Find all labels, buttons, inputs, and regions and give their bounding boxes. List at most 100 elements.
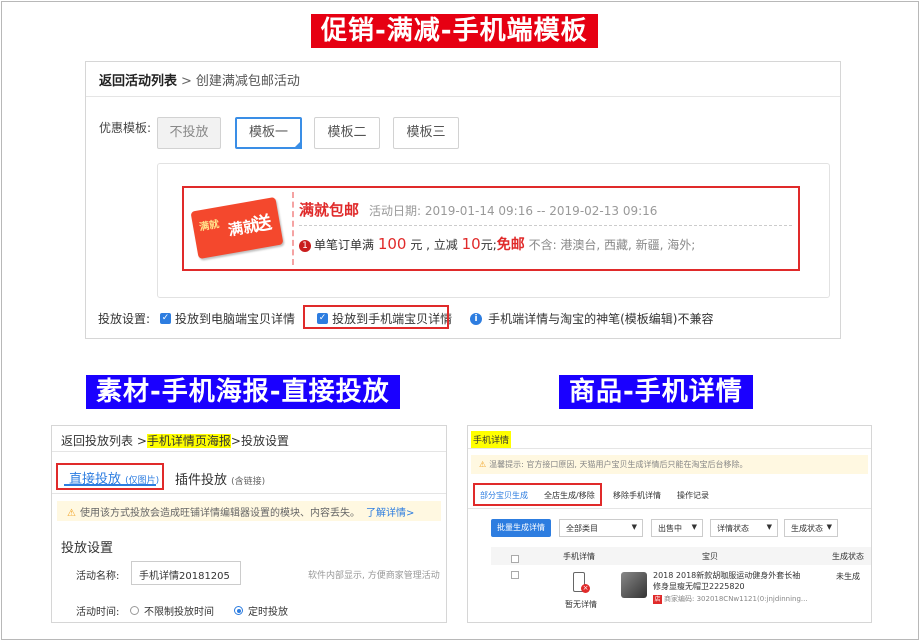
detail-status-select-value: 详情状态 <box>717 524 749 533</box>
tag-small-text: 满就 <box>198 219 221 234</box>
activity-name-label: 活动名称: <box>76 571 120 582</box>
mobile-poster-panel: 返回投放列表 >手机详情页海报>投放设置 直接投放 (仅图片) 插件投放 (含链… <box>51 425 447 623</box>
banner-promo-mobile-template: 促销-满减-手机端模板 <box>311 14 598 48</box>
promo-title: 满就包邮 <box>299 201 360 219</box>
col-mobile-detail: 手机详情 <box>563 552 595 561</box>
bell-icon: ⚠ <box>479 460 487 469</box>
rule-discount: 10 <box>461 235 481 253</box>
divider <box>52 451 446 452</box>
chevron-down-icon: ▼ <box>691 523 697 531</box>
tab-store-generate-remove[interactable]: 全店生成/移除 <box>544 490 595 501</box>
bell-icon: ⚠ <box>67 508 76 519</box>
mobile-option-highlight <box>303 305 449 329</box>
banner-mobile-poster: 素材-手机海报-直接投放 <box>86 375 400 409</box>
product-thumbnail <box>621 572 647 598</box>
breadcrumb-current: 投放设置 <box>240 434 289 448</box>
radio-circle <box>130 606 139 615</box>
template-none-button[interactable]: 不投放 <box>157 117 221 149</box>
category-select-value: 全部类目 <box>566 524 598 533</box>
rule-prefix: 单笔订单满 <box>314 238 375 252</box>
tab-plugin-note: (含链接) <box>231 477 266 487</box>
rule-free-shipping: 免邮 <box>496 237 525 253</box>
activity-time-label: 活动时间: <box>76 607 120 618</box>
template-label: 优惠模板: <box>99 121 152 135</box>
rule-number-icon: 1 <box>299 239 311 252</box>
radio-scheduled[interactable]: 定时投放 <box>234 603 288 618</box>
promo-dashed-divider <box>292 192 294 265</box>
sale-status-select-value: 出售中 <box>658 524 682 533</box>
checkbox-pc-detail[interactable]: ✓ <box>160 313 172 324</box>
product-code: 店商家编码: 302018CNw1121(0:jnjdinning... <box>653 594 808 604</box>
breadcrumb-separator: > <box>136 434 147 448</box>
learn-more-link[interactable]: 了解详情> <box>366 508 414 519</box>
table-header: 手机详情 宝贝 生成状态 <box>491 547 871 565</box>
tab-active-underline <box>64 484 156 486</box>
divider <box>468 448 871 449</box>
breadcrumb-separator: > <box>230 434 241 448</box>
breadcrumb: 返回投放列表 >手机详情页海报>投放设置 <box>61 432 289 449</box>
chevron-down-icon: ▼ <box>826 523 832 531</box>
tab-bar-line <box>52 493 446 494</box>
tab-partial-generate[interactable]: 部分宝贝生成 <box>480 490 528 501</box>
promo-rule: 1 单笔订单满 100 元 , 立减 10元;免邮 不含: 港澳台, 西藏, 新疆… <box>299 234 695 254</box>
tab-remove-mobile-detail[interactable]: 移除手机详情 <box>613 490 661 501</box>
breadcrumb: 返回活动列表 > 创建满减包邮活动 <box>99 70 300 89</box>
chevron-down-icon: ▼ <box>766 523 772 531</box>
table-row: × 暂无详情 2018 2018新款胡咖服运动健身外套长袖修身显瘦无帽卫2225… <box>491 569 871 614</box>
product-name[interactable]: 2018 2018新款胡咖服运动健身外套长袖修身显瘦无帽卫2225820 <box>653 570 803 592</box>
settings-label: 投放设置: <box>98 312 151 326</box>
activity-name-input[interactable]: 手机详情20181205 <box>131 561 241 585</box>
row-checkbox[interactable] <box>511 571 519 581</box>
back-to-placement-list-link[interactable]: 返回投放列表 <box>61 434 133 448</box>
breadcrumb-current: 创建满减包邮活动 <box>195 74 300 89</box>
tag-big-text: 送 <box>252 212 274 236</box>
shop-badge-icon: 店 <box>653 595 662 604</box>
promo-card: 满就 满就 送 满就包邮 活动日期: 2019-01-14 09:16 -- 2… <box>182 186 800 271</box>
close-icon: × <box>581 584 590 593</box>
detail-status-select[interactable]: 详情状态 ▼ <box>710 519 778 537</box>
radio-circle-selected <box>234 606 243 615</box>
template-three-button[interactable]: 模板三 <box>393 117 459 149</box>
option-pc-label: 投放到电脑端宝贝详情 <box>175 312 296 326</box>
rule-yuan1: 元 , 立减 <box>410 238 458 252</box>
promo-date: 活动日期: 2019-01-14 09:16 -- 2019-02-13 09:… <box>369 204 658 218</box>
tab-operation-log[interactable]: 操作记录 <box>677 490 709 501</box>
radio-unlimited-label: 不限制投放时间 <box>144 607 214 618</box>
tab-bar-line <box>468 508 871 509</box>
warning-text: 使用该方式投放会造成旺铺详情编辑器设置的模块、内容丢失。 <box>79 508 360 519</box>
sale-status-select[interactable]: 出售中 ▼ <box>651 519 703 537</box>
promo-inner-divider <box>299 225 792 226</box>
compat-info-text: 手机端详情与淘宝的神笔(模板编辑)不兼容 <box>488 312 714 326</box>
generate-status-select-value: 生成状态 <box>791 524 823 533</box>
chevron-down-icon: ▼ <box>631 523 637 531</box>
activity-name-hint: 软件内部显示, 方便商家管理活动 <box>308 571 440 581</box>
warning-bar: ⚠ 使用该方式投放会造成旺铺详情编辑器设置的模块、内容丢失。 了解详情> <box>57 501 441 521</box>
divider <box>86 96 840 97</box>
generate-status-select[interactable]: 生成状态 ▼ <box>784 519 838 537</box>
col-generate-status: 生成状态 <box>832 552 864 561</box>
category-select[interactable]: 全部类目 ▼ <box>559 519 643 537</box>
radio-unlimited-time[interactable]: 不限制投放时间 <box>130 603 214 618</box>
rule-amount: 100 <box>377 235 407 253</box>
rule-yuan2: 元; <box>480 238 497 252</box>
tab-direct-placement[interactable]: 直接投放 (仅图片) <box>56 463 164 490</box>
warning-bar: ⚠ 温馨提示: 官方接口原因, 天猫用户宝贝生成详情后只能在淘宝后台移除。 <box>471 455 868 474</box>
promo-tag-icon: 满就 满就 送 <box>190 196 284 260</box>
tab-plugin-placement[interactable]: 插件投放 (含链接) <box>175 469 265 488</box>
back-to-activity-list-link[interactable]: 返回活动列表 <box>99 74 177 89</box>
mobile-detail-panel: 手机详情 ⚠ 温馨提示: 官方接口原因, 天猫用户宝贝生成详情后只能在淘宝后台移除… <box>467 425 872 623</box>
warning-text: 温馨提示: 官方接口原因, 天猫用户宝贝生成详情后只能在淘宝后台移除。 <box>489 460 748 469</box>
batch-generate-button[interactable]: 批量生成详情 <box>491 519 551 537</box>
page-title: 手机详情 <box>471 431 512 448</box>
template-two-button[interactable]: 模板二 <box>314 117 380 149</box>
breadcrumb-poster[interactable]: 手机详情页海报 <box>146 434 231 448</box>
generate-status-value: 未生成 <box>836 572 860 581</box>
breadcrumb-separator: > <box>181 74 192 89</box>
banner-mobile-detail: 商品-手机详情 <box>559 375 753 409</box>
tab-plugin-label: 插件投放 <box>175 473 228 488</box>
template-one-button[interactable]: 模板一 <box>235 117 302 149</box>
no-detail-text: 暂无详情 <box>565 600 597 609</box>
col-product: 宝贝 <box>702 552 718 561</box>
info-icon: i <box>470 312 483 325</box>
section-title: 投放设置 <box>61 541 114 556</box>
